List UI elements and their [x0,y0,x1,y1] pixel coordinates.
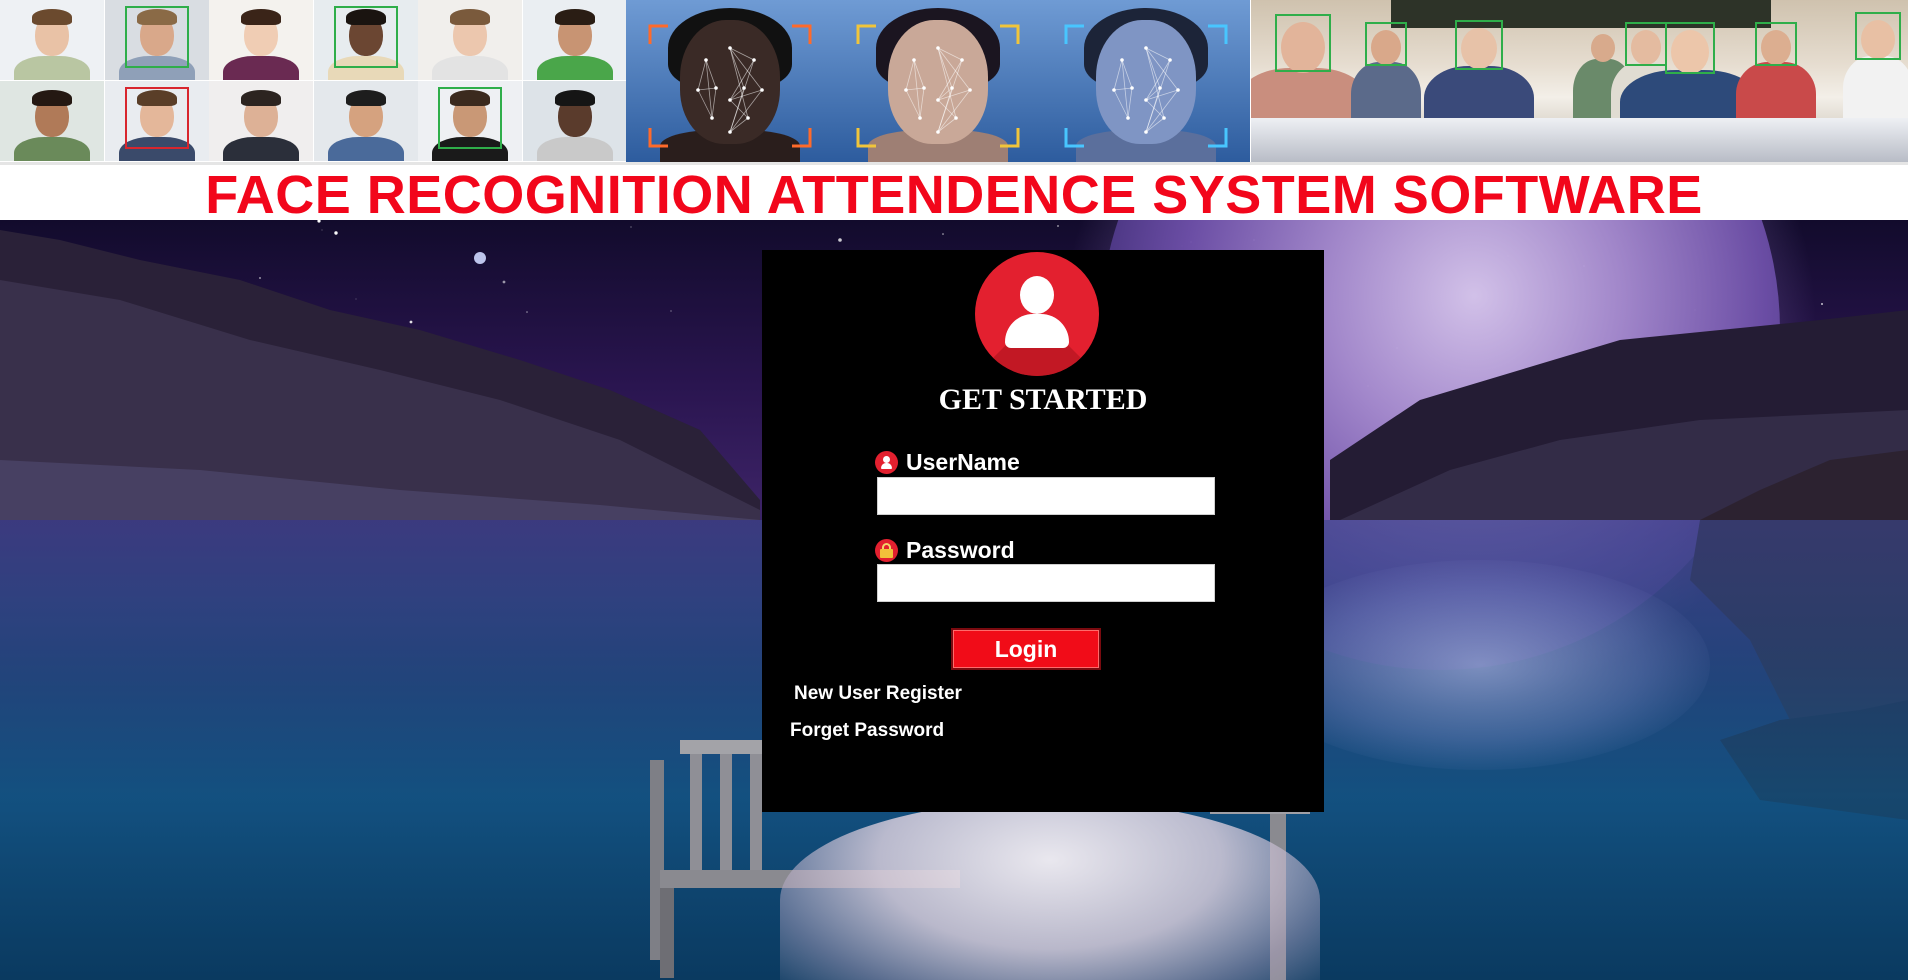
user-icon [875,450,898,474]
face-photo-tile [313,81,418,161]
username-label: UserName [875,448,1020,476]
face-photo-tile [209,0,313,80]
header-banner-image [0,0,1908,162]
face-photo-tile [522,0,627,80]
face-photo-tile [0,81,104,161]
face-photo-tile [522,81,627,161]
username-input[interactable] [877,477,1215,515]
get-started-heading: GET STARTED [938,383,1148,416]
login-button[interactable]: Login [951,628,1101,670]
password-input[interactable] [877,564,1215,602]
username-label-text: UserName [906,448,1020,475]
face-photo-tile [104,0,209,80]
face-photo-tile [209,81,313,161]
password-label: Password [875,536,1015,564]
classroom-face-detection-photo [1251,0,1908,162]
face-photo-tile [104,81,209,161]
password-label-text: Password [906,536,1015,563]
lock-icon [875,538,898,562]
login-panel: GET STARTED UserName Password Login New … [762,250,1324,812]
face-photo-tile [418,0,522,80]
ai-face-scan-photo [1042,0,1250,162]
face-photo-tile [313,0,418,80]
new-user-register-link[interactable]: New User Register [794,683,962,705]
app-title: FACE RECOGNITION ATTENDENCE SYSTEM SOFTW… [205,165,1703,225]
ai-face-scan-photo [626,0,834,162]
face-photo-tile [418,81,522,161]
forget-password-link[interactable]: Forget Password [790,720,944,742]
user-avatar-icon [975,252,1099,376]
face-photo-tile [0,0,104,80]
ai-face-scan-photo [834,0,1042,162]
face-photo-grid [0,0,627,162]
title-bar: FACE RECOGNITION ATTENDENCE SYSTEM SOFTW… [0,162,1908,225]
